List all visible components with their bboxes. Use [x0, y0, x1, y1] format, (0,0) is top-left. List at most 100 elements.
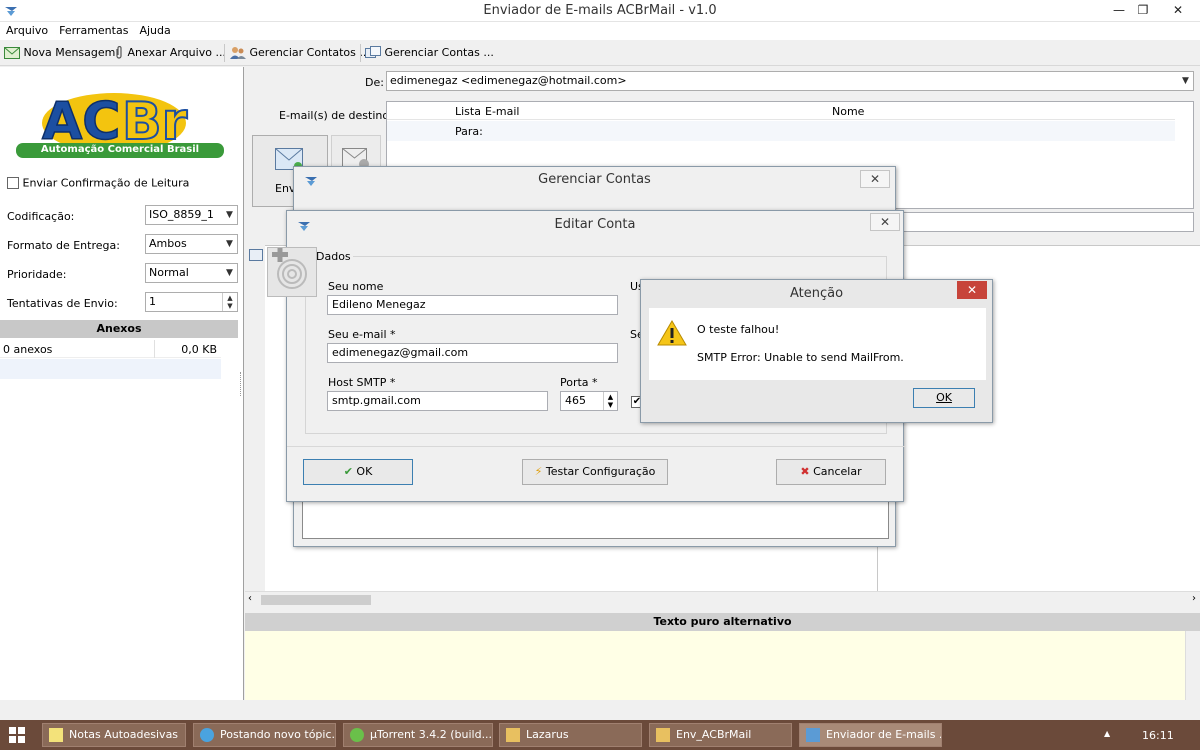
- manage-contacts-button[interactable]: Gerenciar Contatos ...: [230, 44, 370, 62]
- taskbar-item-enviador[interactable]: Enviador de E-mails ...: [799, 723, 942, 747]
- attachments-row[interactable]: 0 anexos 0,0 KB: [0, 340, 221, 358]
- delivery-label: Formato de Entrega:: [7, 239, 120, 252]
- attachments-list-area: [0, 359, 221, 379]
- accounts-list[interactable]: [302, 497, 889, 539]
- grid-row-to[interactable]: Para:: [387, 121, 1175, 141]
- from-select[interactable]: edimenegaz <edimenegaz@hotmail.com> ▼: [386, 71, 1194, 91]
- taskbar-item-notes[interactable]: Notas Autoadesivas: [42, 723, 186, 747]
- destination-label: E-mail(s) de destino:: [279, 109, 393, 122]
- taskbar: Notas Autoadesivas Postando novo tópic..…: [0, 720, 1200, 750]
- folder-icon: [656, 728, 670, 742]
- acbr-logo: AC Br Automação Comercial Brasil: [14, 81, 226, 161]
- scroll-right-icon[interactable]: ›: [1192, 593, 1196, 604]
- horizontal-scrollbar[interactable]: ‹ ›: [245, 591, 1200, 607]
- subject-input[interactable]: [900, 212, 1194, 232]
- app-icon: [806, 728, 820, 742]
- test-config-button[interactable]: ⚡ Testar Configuração: [522, 459, 668, 485]
- start-button[interactable]: [8, 726, 26, 744]
- attempts-label: Tentativas de Envio:: [7, 297, 118, 310]
- checkbox-box: [7, 177, 19, 189]
- clock[interactable]: 16:11: [1142, 729, 1174, 742]
- read-confirmation-checkbox[interactable]: Enviar Confirmação de Leitura: [7, 176, 189, 190]
- accounts-icon: [365, 46, 381, 58]
- taskbar-item-env-acbrmail[interactable]: Env_ACBrMail: [649, 723, 792, 747]
- plain-text-area[interactable]: [245, 631, 1185, 700]
- spinner-arrows-icon[interactable]: ▲ ▼: [603, 392, 617, 410]
- spinner-arrows-icon[interactable]: ▲ ▼: [222, 293, 237, 311]
- cancel-button[interactable]: ✖ Cancelar: [776, 459, 886, 485]
- utorrent-icon: [350, 728, 364, 742]
- encoding-select[interactable]: ISO_8859_1 ▼: [145, 205, 238, 225]
- plain-text-header: Texto puro alternativo: [245, 613, 1200, 631]
- contacts-icon: [230, 47, 246, 59]
- chevron-down-icon: ▼: [226, 268, 233, 278]
- ok-button[interactable]: ✔ OK: [303, 459, 413, 485]
- host-label: Host SMTP *: [328, 376, 396, 389]
- message-line-1: O teste falhou!: [697, 323, 780, 336]
- close-button[interactable]: ✕: [870, 213, 900, 231]
- attach-file-button[interactable]: Anexar Arquivo ...: [114, 44, 226, 62]
- dialog-icon: [304, 175, 318, 190]
- chevron-down-icon: ▼: [226, 239, 233, 249]
- dialog-title: Editar Conta: [287, 211, 903, 239]
- sticky-note-icon: [49, 728, 63, 742]
- chevron-down-icon: ▼: [226, 210, 233, 220]
- ok-button[interactable]: OK: [913, 388, 975, 408]
- email-label: Seu e-mail *: [328, 328, 396, 341]
- dialog-title: Atenção: [641, 280, 992, 308]
- name-input[interactable]: Edileno Menegaz: [327, 295, 618, 315]
- port-label: Porta *: [560, 376, 598, 389]
- from-label: De:: [365, 76, 384, 89]
- delivery-select[interactable]: Ambos ▼: [145, 234, 238, 254]
- check-icon: ✔: [343, 465, 353, 478]
- priority-select[interactable]: Normal ▼: [145, 263, 238, 283]
- dialog-title: Gerenciar Contas: [294, 167, 895, 193]
- lightning-icon: ⚡: [534, 465, 543, 478]
- minimize-button[interactable]: —: [1106, 0, 1132, 21]
- grid-header: Lista E-mail Nome: [387, 102, 1175, 120]
- tray-expand-icon[interactable]: ▲: [1104, 729, 1110, 738]
- editor-toolbar-icon[interactable]: [249, 249, 263, 261]
- window-title-bar: Enviador de E-mails ACBrMail - v1.0 — ❐ …: [0, 0, 1200, 22]
- toolbar-separator: [224, 44, 225, 62]
- menu-ferramentas[interactable]: Ferramentas: [53, 22, 133, 37]
- email-input[interactable]: edimenegaz@gmail.com: [327, 343, 618, 363]
- attachments-count: 0 anexos: [3, 343, 53, 356]
- scroll-thumb[interactable]: [261, 595, 371, 605]
- toolbar-separator: [360, 44, 361, 62]
- attachments-header: Anexos: [0, 320, 238, 338]
- taskbar-item-browser[interactable]: Postando novo tópic...: [193, 723, 336, 747]
- taskbar-item-lazarus[interactable]: Lazarus: [499, 723, 642, 747]
- ie-icon: [200, 728, 214, 742]
- warning-icon: [657, 320, 687, 346]
- attention-dialog: Atenção ✕ O teste falhou! SMTP Error: Un…: [640, 279, 993, 423]
- attachments-size: 0,0 KB: [181, 343, 217, 356]
- close-button[interactable]: ✕: [860, 170, 890, 188]
- new-message-button[interactable]: Nova Mensagem: [4, 44, 115, 62]
- message-body: O teste falhou! SMTP Error: Unable to se…: [649, 308, 986, 380]
- encoding-label: Codificação:: [7, 210, 75, 223]
- name-label: Seu nome: [328, 280, 384, 293]
- logo-tagline: Automação Comercial Brasil: [40, 144, 200, 155]
- attempts-spinner[interactable]: 1 ▲ ▼: [145, 292, 238, 312]
- fingerprint-icon: [267, 247, 317, 297]
- port-input[interactable]: 465 ▲ ▼: [560, 391, 618, 411]
- priority-label: Prioridade:: [7, 268, 67, 281]
- scroll-left-icon[interactable]: ‹: [248, 593, 252, 604]
- dialog-icon: [297, 220, 311, 235]
- folder-icon: [506, 728, 520, 742]
- host-input[interactable]: smtp.gmail.com: [327, 391, 548, 411]
- close-window-button[interactable]: ✕: [1156, 0, 1200, 21]
- taskbar-item-utorrent[interactable]: µTorrent 3.4.2 (build...: [343, 723, 493, 747]
- plain-text-scrollbar[interactable]: [1185, 631, 1200, 700]
- splitter-handle[interactable]: [240, 372, 243, 396]
- windows-icon: [9, 727, 25, 743]
- toolbar: Nova Mensagem Anexar Arquivo ... Gerenci…: [0, 40, 1200, 66]
- manage-accounts-button[interactable]: Gerenciar Contas ...: [365, 44, 494, 62]
- paperclip-icon: [116, 46, 122, 59]
- restore-button[interactable]: ❐: [1130, 0, 1156, 21]
- menu-arquivo[interactable]: Arquivo: [0, 22, 53, 37]
- dialog-separator: [287, 446, 905, 447]
- close-button[interactable]: ✕: [957, 281, 987, 299]
- menu-ajuda[interactable]: Ajuda: [133, 22, 175, 37]
